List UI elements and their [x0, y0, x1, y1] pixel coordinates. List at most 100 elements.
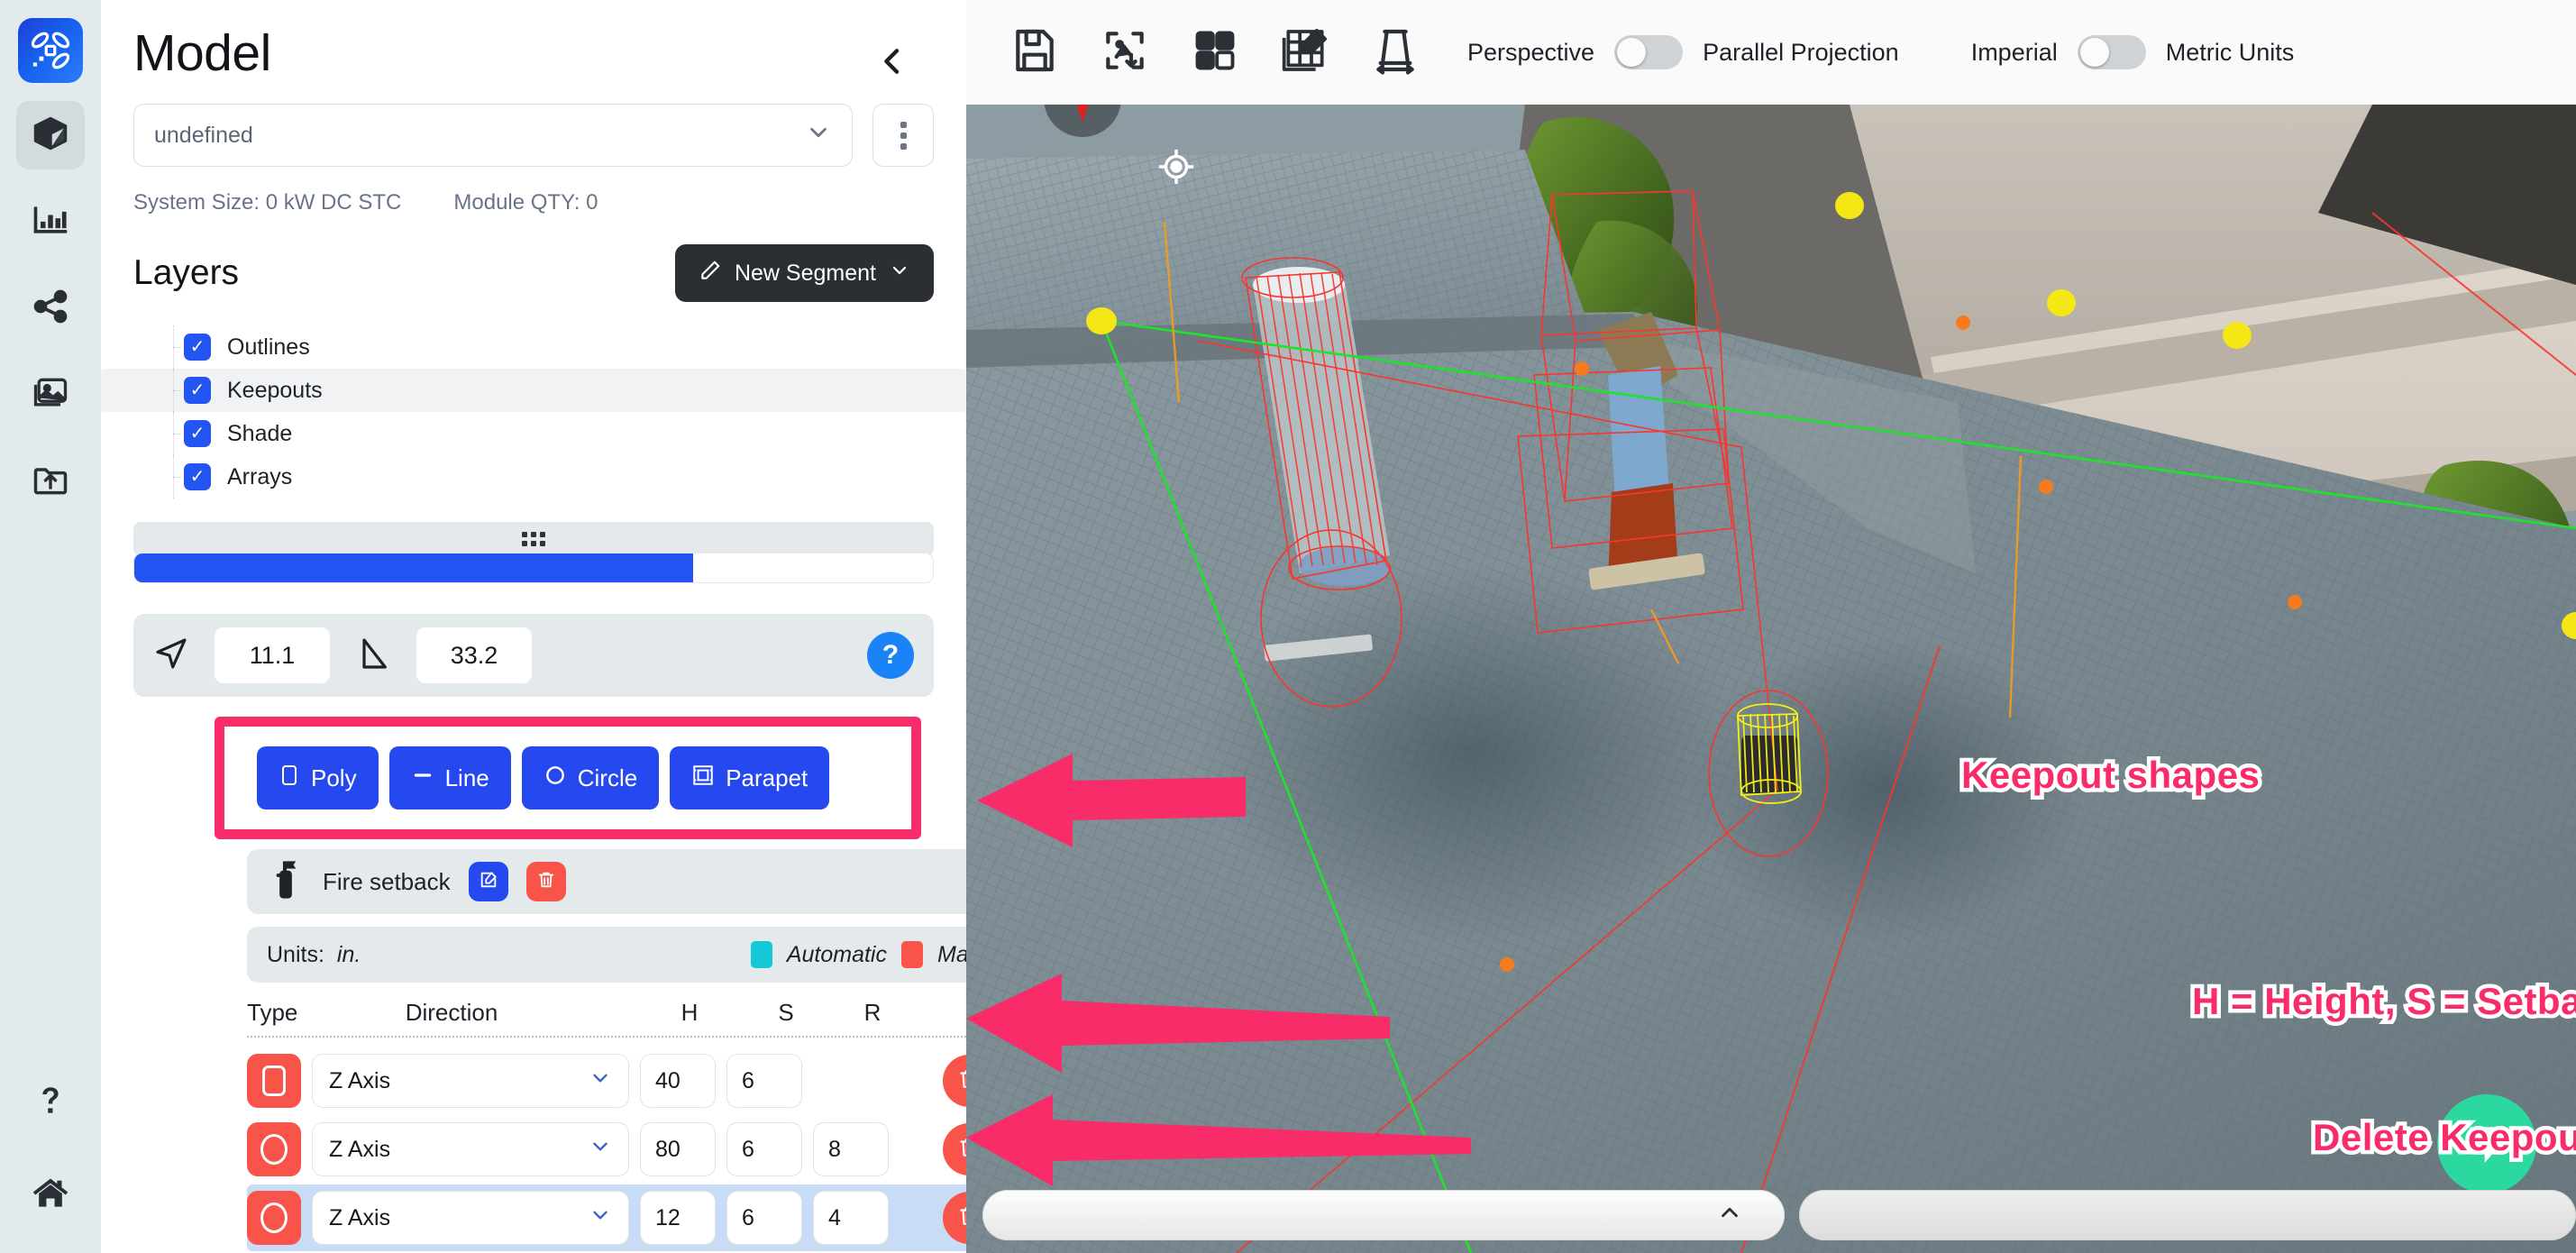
azimuth-input[interactable]: 11.1: [215, 627, 330, 683]
keepout-type-badge[interactable]: [247, 1122, 301, 1176]
chevron-up-icon: [1716, 1199, 1743, 1232]
panel-drag-handle[interactable]: [133, 522, 934, 556]
delete-keepout-button[interactable]: [943, 1192, 966, 1244]
sidebar-item-home[interactable]: [16, 1161, 85, 1230]
layer-row-arrays[interactable]: ✓ Arrays: [133, 455, 934, 498]
layer-checkbox[interactable]: ✓: [184, 334, 211, 361]
layer-row-keepouts[interactable]: ✓ Keepouts: [101, 369, 966, 412]
bottom-bar-collapse-button[interactable]: [982, 1190, 1785, 1240]
layer-row-outlines[interactable]: ✓ Outlines: [133, 325, 934, 369]
layer-checkbox[interactable]: ✓: [184, 377, 211, 404]
layer-checkbox[interactable]: ✓: [184, 463, 211, 490]
sidebar-item-help[interactable]: [16, 1069, 85, 1138]
roof-model-scene[interactable]: [966, 105, 2576, 1253]
rail-bottom-group: [0, 1046, 101, 1230]
height-input[interactable]: 40: [640, 1054, 716, 1108]
table-row: Z Axis 12 6 4: [247, 1184, 966, 1251]
parapet-frame-icon: [691, 764, 715, 793]
layer-row-shade[interactable]: ✓ Shade: [133, 412, 934, 455]
radius-input[interactable]: 4: [813, 1191, 889, 1245]
line-tool-button[interactable]: Line: [388, 746, 511, 809]
bottom-bar-secondary-panel[interactable]: [1799, 1190, 2576, 1240]
column-header-r: R: [863, 999, 882, 1026]
pitch-input[interactable]: 33.2: [416, 627, 532, 683]
table-row: Z Axis 40 6: [247, 1047, 966, 1114]
design-options-button[interactable]: [872, 104, 934, 167]
direction-select[interactable]: Z Axis: [312, 1122, 629, 1176]
legend-swatch-automatic: [750, 941, 772, 968]
direction-select[interactable]: Z Axis: [312, 1191, 629, 1245]
layout-grid-button[interactable]: [1170, 7, 1260, 97]
chevron-down-icon: [805, 119, 832, 152]
projection-toggle[interactable]: [1614, 35, 1684, 69]
fire-setback-row: Fire setback: [247, 849, 966, 914]
layers-header: Layers New Segment: [133, 244, 934, 302]
direction-value: Z Axis: [329, 1204, 391, 1230]
setback-input[interactable]: 6: [726, 1054, 802, 1108]
image-download-icon: [1100, 25, 1150, 80]
share-nodes-icon: [31, 287, 70, 331]
setback-input[interactable]: 6: [726, 1122, 802, 1176]
poly-tool-button[interactable]: Poly: [257, 746, 379, 809]
height-input[interactable]: 12: [640, 1191, 716, 1245]
keepout-type-badge[interactable]: [247, 1191, 301, 1245]
layer-checkbox[interactable]: ✓: [184, 420, 211, 447]
height-input[interactable]: 80: [640, 1122, 716, 1176]
layer-label: Keepouts: [227, 377, 323, 403]
column-header-h: H: [681, 999, 699, 1026]
chevron-down-icon: [589, 1203, 612, 1233]
question-circle-icon[interactable]: ?: [867, 632, 914, 679]
sidebar-item-upload[interactable]: [16, 447, 85, 516]
fire-setback-edit-button[interactable]: [468, 862, 508, 901]
new-segment-label: New Segment: [734, 260, 876, 286]
trash-icon: [957, 1136, 966, 1164]
save-button[interactable]: [990, 7, 1080, 97]
units-toggle[interactable]: [2077, 35, 2146, 69]
setback-input[interactable]: 6: [726, 1191, 802, 1245]
minus-line-icon: [411, 764, 434, 793]
measure-button[interactable]: [1350, 7, 1440, 97]
sidebar-item-model[interactable]: [16, 101, 85, 169]
drone-logo-icon[interactable]: [18, 18, 83, 83]
sidebar-item-analysis[interactable]: [16, 187, 85, 256]
radius-input[interactable]: 8: [813, 1122, 889, 1176]
design-select[interactable]: undefined: [133, 104, 853, 167]
edit-table-button[interactable]: [1260, 7, 1350, 97]
delete-keepout-button[interactable]: [943, 1123, 966, 1175]
icon-rail: [0, 0, 101, 1253]
fire-setback-label: Fire setback: [323, 867, 451, 895]
layers-title: Layers: [133, 253, 240, 292]
folder-upload-icon: [31, 460, 70, 504]
measure-tape-icon: [1370, 25, 1420, 80]
fire-setback-delete-button[interactable]: [525, 862, 566, 901]
poly-tool-label: Poly: [311, 764, 357, 791]
chevron-down-icon: [589, 1135, 612, 1165]
circle-tool-label: Circle: [577, 764, 638, 791]
pencil-icon: [699, 259, 722, 288]
viewport-toolbar: Perspective Parallel Projection Imperial…: [966, 0, 2576, 105]
parallel-projection-label: Parallel Projection: [1703, 38, 1899, 66]
trash-icon: [957, 1067, 966, 1095]
delete-keepout-button[interactable]: [943, 1055, 966, 1107]
parapet-tool-label: Parapet: [726, 764, 808, 791]
direction-select[interactable]: Z Axis: [312, 1054, 629, 1108]
bar-chart-icon: [31, 200, 70, 244]
units-bar: Units: in. Automatic Manual: [247, 927, 966, 983]
keepout-table-header: Type Direction H S R: [247, 999, 966, 1038]
crosshair-target-icon[interactable]: [1156, 146, 1197, 192]
sidebar-item-share[interactable]: [16, 274, 85, 343]
panel-collapse-button[interactable]: [874, 23, 934, 84]
sidebar-item-gallery[interactable]: [16, 361, 85, 429]
keepout-type-badge[interactable]: [247, 1054, 301, 1108]
parapet-tool-button[interactable]: Parapet: [670, 746, 830, 809]
circle-tool-button[interactable]: Circle: [521, 746, 660, 809]
annotation-delete-keepout: Delete Keepout: [2309, 1112, 2576, 1163]
home-icon: [31, 1174, 70, 1218]
new-segment-button[interactable]: New Segment: [674, 244, 934, 302]
column-header-s: S: [778, 999, 794, 1026]
viewport-3d[interactable]: Perspective Parallel Projection Imperial…: [966, 0, 2576, 1253]
chevron-left-icon: [874, 49, 910, 83]
viewport-bottom-bar: [982, 1190, 2576, 1240]
export-image-button[interactable]: [1080, 7, 1170, 97]
progress-bar: [133, 553, 934, 583]
